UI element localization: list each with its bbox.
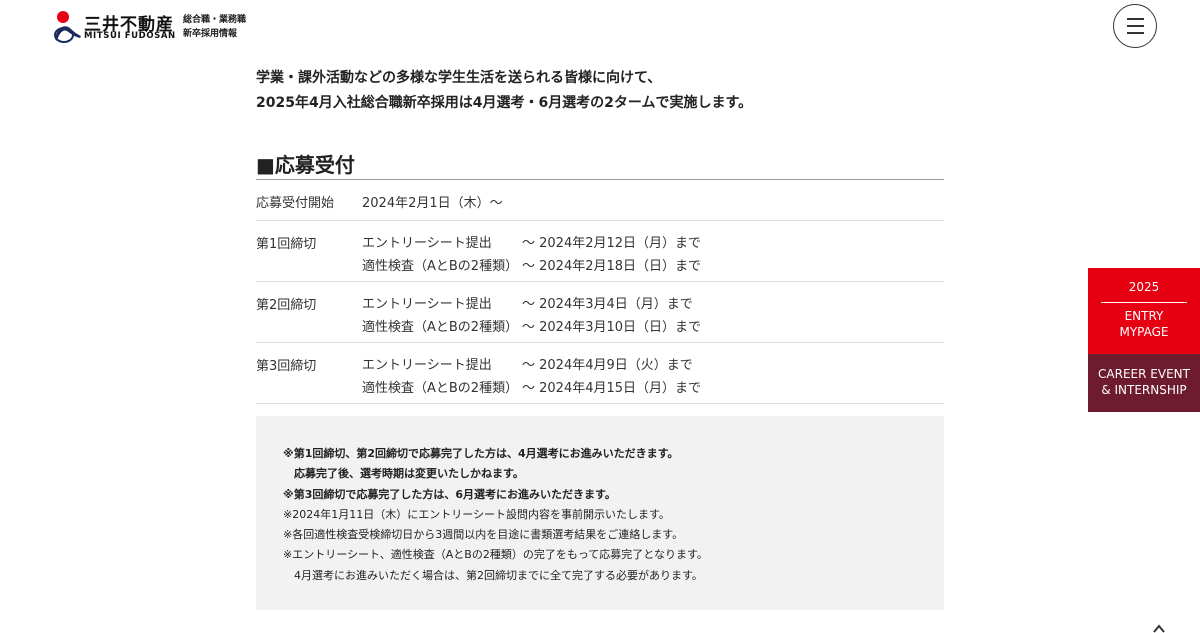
entry-divider [1101,302,1187,303]
entry-label: ENTRY MYPAGE [1088,308,1200,340]
note-3: ※2024年1月11日（木）にエントリーシート設問内容を事前開示いたします。 [283,507,670,521]
page-top-arrow-icon[interactable] [1152,622,1166,633]
hamburger-icon-bar-top [1127,18,1144,20]
career-event-tab[interactable]: CAREER EVENT & INTERNSHIP [1088,354,1200,412]
site-subtitle: 総合職・業務職 新卒採用情報 [183,13,246,41]
menu-button[interactable] [1113,4,1157,48]
site-subtitle-line1: 総合職・業務職 [183,15,247,25]
note-1-continued: 応募完了後、選考時期は変更いたしかねます。 [294,467,524,481]
schedule-row-deadline-1: 第1回締切 エントリーシート提出 〜 2024年2月12日（月）まで 適性検査（… [256,221,944,282]
intro-line1: 学業・課外活動などの多様な学生生活を送られる皆様に向けて、 [256,70,662,86]
note-5: ※エントリーシート、適性検査（AとBの2種類）の完了をもって応募完了となります。 [283,548,708,562]
schedule-label: 第2回締切 [256,298,317,313]
hamburger-icon-bar-middle [1127,25,1144,27]
item-name: 適性検査（AとBの2種類） [362,381,519,396]
schedule-table: 応募受付開始 2024年2月1日（木）〜 第1回締切 エントリーシート提出 〜 … [256,180,944,404]
item-name: エントリーシート提出 [362,358,492,373]
entry-year: 2025 [1128,280,1160,294]
schedule-label: 応募受付開始 [256,196,335,211]
item-name: エントリーシート提出 [362,236,492,251]
mypage-text: MYPAGE [1119,325,1169,339]
schedule-row-start: 応募受付開始 2024年2月1日（木）〜 [256,180,944,221]
entry-text: ENTRY [1124,309,1164,323]
item-name: 適性検査（AとBの2種類） [362,259,519,274]
intro-text: 学業・課外活動などの多様な学生生活を送られる皆様に向けて、 2025年4月入社総… [256,66,752,115]
item-name: エントリーシート提出 [362,297,492,312]
intro-line2: 2025年4月入社総合職新卒採用は4月選考・6月選考の2タームで実施します。 [256,94,753,111]
item-date: 〜 2024年3月10日（日）まで [522,320,702,335]
item-date: 〜 2024年3月4日（月）まで [522,297,693,312]
item-date: 〜 2024年2月18日（日）まで [522,259,702,274]
career-text-2: & INTERNSHIP [1101,383,1187,397]
hamburger-icon-bar-bottom [1127,32,1144,34]
entry-mypage-tab[interactable]: 2025 ENTRY MYPAGE [1088,268,1200,354]
logo-mark-icon [54,11,81,43]
career-text-1: CAREER EVENT [1098,367,1190,381]
section-title: ■応募受付 [256,153,355,177]
schedule-row-deadline-3: 第3回締切 エントリーシート提出 〜 2024年4月9日（火）まで 適性検査（A… [256,343,944,404]
note-5-continued: 4月選考にお進みいただく場合は、第2回締切までに全て完了する必要があります。 [294,568,703,582]
item-date: 〜 2024年4月9日（火）まで [522,358,693,373]
mitsui-fudosan-logo[interactable]: 三井不動産 MITSUI FUDOSAN 総合職・業務職 新卒採用情報 [53,9,253,45]
schedule-start-date: 2024年2月1日（木）〜 [362,196,503,211]
schedule-row-deadline-2: 第2回締切 エントリーシート提出 〜 2024年3月4日（月）まで 適性検査（A… [256,282,944,343]
item-date: 〜 2024年4月15日（月）まで [522,381,702,396]
item-date: 〜 2024年2月12日（月）まで [522,236,702,251]
schedule-label: 第1回締切 [256,237,317,252]
note-4: ※各回適性検査受検締切日から3週間以内を目途に書類選考結果をご連絡します。 [283,528,684,542]
logo-text-en: MITSUI FUDOSAN [84,31,176,41]
notes-box: ※第1回締切、第2回締切で応募完了した方は、4月選考にお進みいただきます。 応募… [256,416,944,610]
item-name: 適性検査（AとBの2種類） [362,320,519,335]
note-1: ※第1回締切、第2回締切で応募完了した方は、4月選考にお進みいただきます。 [283,447,679,460]
note-2: ※第3回締切で応募完了した方は、6月選考にお進みいただきます。 [283,487,616,501]
schedule-label: 第3回締切 [256,359,317,374]
site-subtitle-line2: 新卒採用情報 [183,29,238,39]
